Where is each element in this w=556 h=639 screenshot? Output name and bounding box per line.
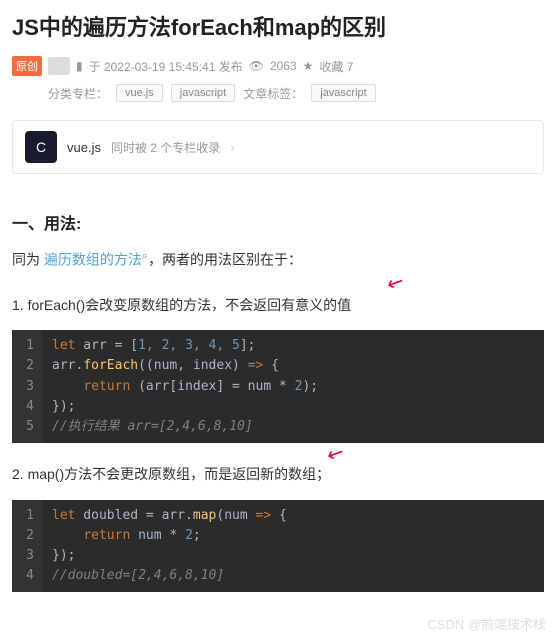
intro-paragraph: 同为 遍历数组的方法⌕，两者的用法区别在于： xyxy=(12,246,544,273)
page-title: JS中的遍历方法forEach和map的区别 xyxy=(0,0,556,56)
favorite-count: 收藏 7 xyxy=(319,58,353,75)
tags-row: 分类专栏： vue.js javascript 文章标签： javascript xyxy=(0,84,556,114)
category-label: 分类专栏： xyxy=(48,85,108,102)
collection-name: vue.js xyxy=(67,140,101,155)
original-badge: 原创 xyxy=(12,56,42,76)
intro-link[interactable]: 遍历数组的方法 xyxy=(44,252,142,268)
publish-time: 于 2022-03-19 15:45:41 发布 xyxy=(89,58,243,75)
code-body: let doubled = arr.map(num => { return nu… xyxy=(42,500,297,593)
collection-card[interactable]: C vue.js 同时被 2 个专栏收录 › xyxy=(12,120,544,174)
views-count: 2063 xyxy=(270,59,297,73)
section-heading: 一、用法: xyxy=(12,210,544,240)
code-gutter: 1234 xyxy=(12,500,42,593)
author-avatar[interactable] xyxy=(48,57,70,75)
article-tag[interactable]: javascript xyxy=(311,84,375,102)
category-tag[interactable]: vue.js xyxy=(116,84,163,102)
chevron-right-icon: › xyxy=(230,140,234,155)
code-block-map: 1234 let doubled = arr.map(num => { retu… xyxy=(12,500,544,593)
code-gutter: 12345 xyxy=(12,330,42,443)
eye-icon: 👁 xyxy=(249,59,264,73)
meta-row: 原创 ▮ 于 2022-03-19 15:45:41 发布 👁 2063 ★ 收… xyxy=(0,56,556,84)
list-item-1: 1. forEach()会改变原数组的方法，不会返回有意义的值 ↙ xyxy=(12,292,544,319)
collection-subtitle: 同时被 2 个专栏收录 xyxy=(111,139,220,156)
star-icon: ★ xyxy=(303,59,314,73)
column-icon: ▮ xyxy=(76,59,83,73)
list-item-2: 2. map()方法不会更改原数组，而是返回新的数组； ↙ xyxy=(12,461,544,488)
article-tag-label: 文章标签： xyxy=(243,85,303,102)
watermark: CSDN @前端技术栈 xyxy=(427,614,546,633)
collection-logo: C xyxy=(25,131,57,163)
article-content: 一、用法: 同为 遍历数组的方法⌕，两者的用法区别在于： 1. forEach(… xyxy=(0,192,556,592)
code-block-foreach: 12345 let arr = [1, 2, 3, 4, 5]; arr.for… xyxy=(12,330,544,443)
code-body: let arr = [1, 2, 3, 4, 5]; arr.forEach((… xyxy=(42,330,328,443)
category-tag[interactable]: javascript xyxy=(171,84,235,102)
